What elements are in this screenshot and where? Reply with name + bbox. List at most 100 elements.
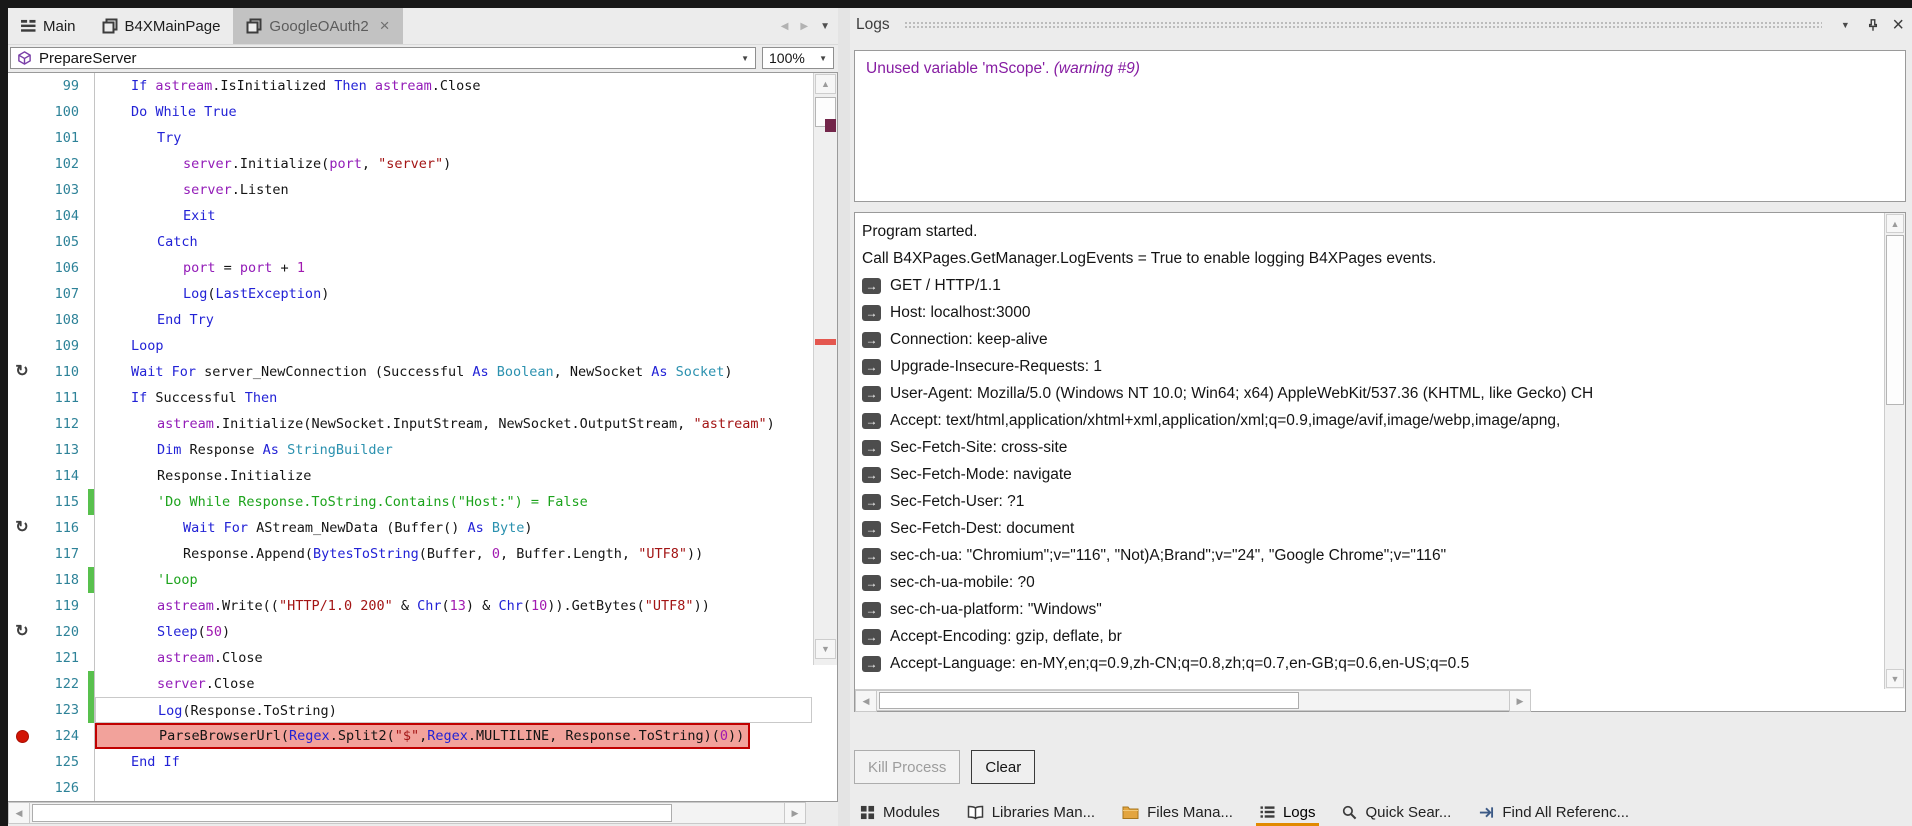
code-text[interactable]: If Successful Then: [95, 385, 812, 411]
panel-menu-icon[interactable]: ▼: [1836, 20, 1854, 30]
editor-tab-main[interactable]: Main: [8, 8, 89, 44]
bottom-tab-quick-sear-[interactable]: Quick Sear...: [1342, 798, 1451, 826]
code-line-105[interactable]: 105 Catch: [8, 229, 812, 255]
scroll-left-icon[interactable]: ◀: [855, 690, 877, 712]
code-line-107[interactable]: 107 Log(LastException): [8, 281, 812, 307]
zoom-combobox[interactable]: 100% ▼: [762, 47, 834, 69]
log-horizontal-scrollbar[interactable]: ◀ ▶: [855, 689, 1531, 712]
code-line-101[interactable]: 101 Try: [8, 125, 812, 151]
log-hscroll-thumb[interactable]: [879, 692, 1299, 709]
code-line-103[interactable]: 103 server.Listen: [8, 177, 812, 203]
tab-list-dropdown-icon[interactable]: ▼: [820, 21, 830, 32]
code-line-116[interactable]: ↻ 116 Wait For AStream_NewData (Buffer() A…: [8, 515, 812, 541]
code-text[interactable]: Wait For server_NewConnection (Successfu…: [95, 359, 812, 385]
breakpoint-gutter[interactable]: [8, 723, 36, 749]
code-text[interactable]: astream.Initialize(NewSocket.InputStream…: [95, 411, 812, 437]
code-line-108[interactable]: 108 End Try: [8, 307, 812, 333]
scroll-right-icon[interactable]: ▶: [1509, 690, 1531, 712]
code-text[interactable]: Catch: [95, 229, 812, 255]
code-text[interactable]: astream.Write(("HTTP/1.0 200" & Chr(13) …: [95, 593, 812, 619]
breakpoint-gutter[interactable]: [8, 73, 36, 99]
log-vertical-scrollbar[interactable]: ▲ ▼: [1884, 213, 1905, 689]
kill-process-button[interactable]: Kill Process: [854, 750, 961, 784]
pane-splitter[interactable]: [838, 8, 850, 826]
sub-selector-combobox[interactable]: PrepareServer ▼: [10, 47, 756, 69]
tab-scroll-left-icon[interactable]: ◀: [781, 21, 789, 32]
scroll-up-icon[interactable]: ▲: [815, 74, 836, 94]
breakpoint-gutter[interactable]: [8, 567, 36, 593]
breakpoint-icon[interactable]: [15, 729, 29, 743]
bottom-tab-find-all-referenc-[interactable]: Find All Referenc...: [1478, 798, 1629, 826]
editor-tab-googleoauth2[interactable]: GoogleOAuth2 ×: [233, 8, 403, 44]
editor-horizontal-scrollbar[interactable]: ◀ ▶: [8, 802, 806, 824]
bottom-tab-modules[interactable]: Modules: [860, 798, 940, 826]
code-text[interactable]: Log(Response.ToString): [95, 697, 812, 723]
breakpoint-gutter[interactable]: [8, 229, 36, 255]
code-editor[interactable]: 99 If astream.IsInitialized Then astream.…: [8, 72, 838, 802]
warnings-area[interactable]: Unused variable 'mScope'. (warning #9): [854, 50, 1906, 202]
code-line-120[interactable]: ↻ 120 Sleep(50): [8, 619, 812, 645]
breakpoint-gutter[interactable]: [8, 333, 36, 359]
clear-button[interactable]: Clear: [971, 750, 1036, 784]
pin-icon[interactable]: [1864, 18, 1882, 33]
close-icon[interactable]: ×: [380, 16, 390, 36]
breakpoint-gutter[interactable]: [8, 671, 36, 697]
code-text[interactable]: Log(LastException): [95, 281, 812, 307]
breakpoint-gutter[interactable]: [8, 697, 36, 723]
code-text[interactable]: End If: [95, 749, 812, 775]
breakpoint-gutter[interactable]: [8, 541, 36, 567]
code-text[interactable]: Dim Response As StringBuilder: [95, 437, 812, 463]
breakpoint-gutter[interactable]: [8, 593, 36, 619]
code-line-111[interactable]: 111 If Successful Then: [8, 385, 812, 411]
code-text[interactable]: Wait For AStream_NewData (Buffer() As By…: [95, 515, 812, 541]
code-text[interactable]: If astream.IsInitialized Then astream.Cl…: [95, 73, 812, 99]
code-line-114[interactable]: 114 Response.Initialize: [8, 463, 812, 489]
code-line-118[interactable]: 118 'Loop: [8, 567, 812, 593]
code-line-99[interactable]: 99 If astream.IsInitialized Then astream.…: [8, 73, 812, 99]
code-text[interactable]: server.Close: [95, 671, 812, 697]
code-line-121[interactable]: 121 astream.Close: [8, 645, 812, 671]
breakpoint-gutter[interactable]: [8, 385, 36, 411]
breakpoint-gutter[interactable]: [8, 489, 36, 515]
breakpoint-gutter[interactable]: [8, 255, 36, 281]
code-line-125[interactable]: 125 End If: [8, 749, 812, 775]
code-line-119[interactable]: 119 astream.Write(("HTTP/1.0 200" & Chr(1…: [8, 593, 812, 619]
breakpoint-gutter[interactable]: [8, 437, 36, 463]
code-line-109[interactable]: 109 Loop: [8, 333, 812, 359]
code-text[interactable]: Response.Initialize: [95, 463, 812, 489]
code-line-123[interactable]: 123 Log(Response.ToString): [8, 697, 812, 723]
breakpoint-gutter[interactable]: [8, 203, 36, 229]
breakpoint-gutter[interactable]: [8, 775, 36, 801]
code-line-102[interactable]: 102 server.Initialize(port, "server"): [8, 151, 812, 177]
code-text[interactable]: server.Initialize(port, "server"): [95, 151, 812, 177]
breakpoint-gutter[interactable]: ↻: [8, 359, 36, 385]
scroll-down-icon[interactable]: ▼: [815, 639, 836, 659]
log-output-area[interactable]: Program started. Call B4XPages.GetManager…: [854, 212, 1906, 712]
code-text[interactable]: Loop: [95, 333, 812, 359]
editor-hscroll-thumb[interactable]: [32, 804, 672, 822]
editor-tab-b4xmainpage[interactable]: B4XMainPage: [89, 8, 234, 44]
scroll-down-icon[interactable]: ▼: [1886, 669, 1904, 688]
code-text[interactable]: ParseBrowserUrl(Regex.Split2("$",Regex.M…: [95, 723, 812, 749]
code-line-117[interactable]: 117 Response.Append(BytesToString(Buffer,…: [8, 541, 812, 567]
breakpoint-gutter[interactable]: [8, 645, 36, 671]
code-line-110[interactable]: ↻ 110 Wait For server_NewConnection (Succe…: [8, 359, 812, 385]
code-line-100[interactable]: 100 Do While True: [8, 99, 812, 125]
breakpoint-gutter[interactable]: [8, 281, 36, 307]
breakpoint-gutter[interactable]: ↻: [8, 619, 36, 645]
breakpoint-gutter[interactable]: [8, 177, 36, 203]
code-line-115[interactable]: 115 'Do While Response.ToString.Contains(…: [8, 489, 812, 515]
breakpoint-gutter[interactable]: [8, 411, 36, 437]
code-text[interactable]: Sleep(50): [95, 619, 812, 645]
scroll-up-icon[interactable]: ▲: [1886, 214, 1904, 233]
panel-drag-handle[interactable]: [903, 20, 1823, 30]
breakpoint-gutter[interactable]: [8, 749, 36, 775]
code-text[interactable]: End Try: [95, 307, 812, 333]
code-text[interactable]: Try: [95, 125, 812, 151]
code-line-124[interactable]: 124 ParseBrowserUrl(Regex.Split2("$",Rege…: [8, 723, 812, 749]
code-line-112[interactable]: 112 astream.Initialize(NewSocket.InputStr…: [8, 411, 812, 437]
tab-scroll-right-icon[interactable]: ▶: [800, 21, 808, 32]
code-text[interactable]: Response.Append(BytesToString(Buffer, 0,…: [95, 541, 812, 567]
editor-hscroll-track[interactable]: [30, 802, 784, 824]
scroll-left-icon[interactable]: ◀: [8, 802, 30, 824]
